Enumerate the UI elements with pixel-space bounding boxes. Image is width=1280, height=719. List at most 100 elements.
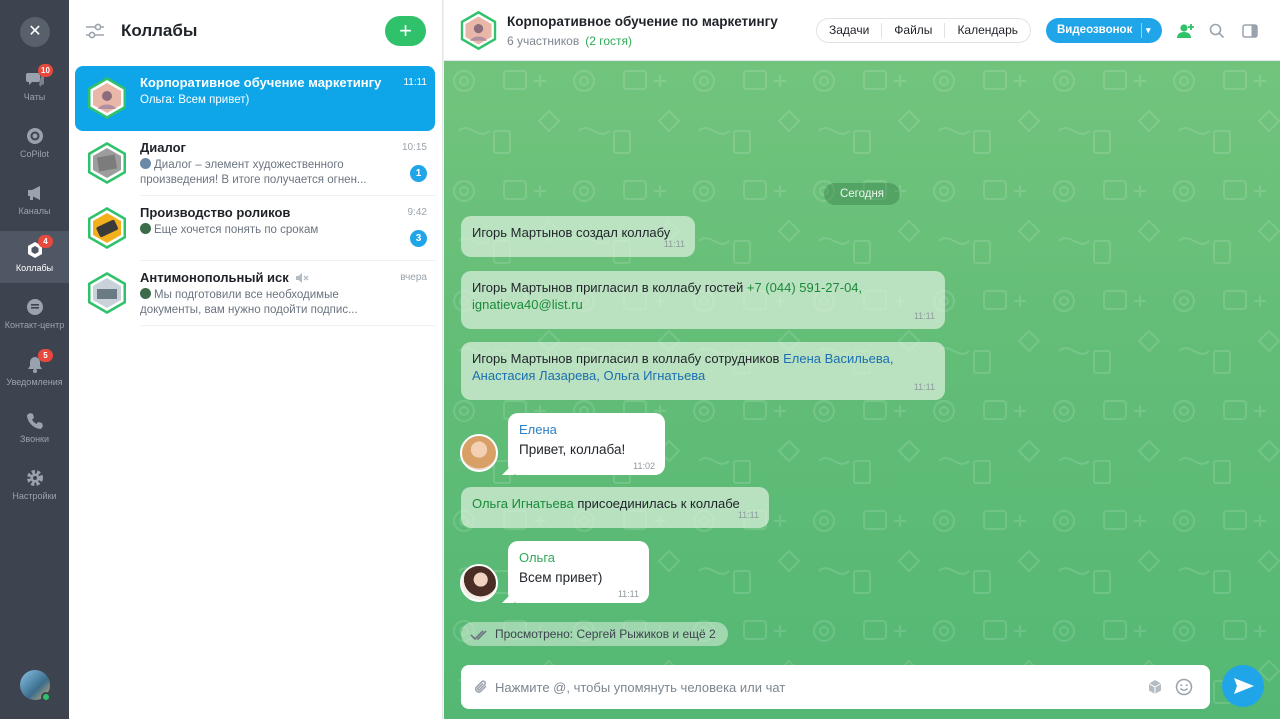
send-button[interactable] bbox=[1222, 665, 1264, 707]
message-feed[interactable]: Сегодня Игорь Мартынов создал коллабу 11… bbox=[444, 61, 1280, 719]
rail-item-label: CoPilot bbox=[19, 149, 49, 159]
rail-item-copilot[interactable]: CoPilot bbox=[0, 117, 69, 169]
megaphone-icon bbox=[28, 186, 40, 200]
message-time: 11:11 bbox=[737, 510, 759, 520]
chat-name: Корпоративное обучение маркетингу bbox=[140, 75, 382, 90]
rail-badge: 4 bbox=[38, 235, 53, 248]
message-text: Привет, коллаба! bbox=[519, 442, 626, 457]
message-time: 11:11 bbox=[663, 239, 685, 249]
panel-header: Коллабы + bbox=[69, 0, 443, 62]
message-text: Всем привет) bbox=[519, 570, 603, 585]
rail-item-contact-center[interactable]: Контакт-центр bbox=[0, 288, 69, 340]
date-divider: Сегодня bbox=[824, 183, 900, 205]
chat-subtitle: 6 участников (2 гостя) bbox=[507, 34, 632, 48]
participants-count[interactable]: 6 участников bbox=[507, 34, 579, 48]
search-icon[interactable] bbox=[1208, 22, 1226, 40]
header-tabs: Задачи Файлы Календарь bbox=[816, 18, 1032, 43]
phone-icon bbox=[27, 413, 43, 429]
cube-icon[interactable] bbox=[1147, 679, 1163, 695]
video-call-button[interactable]: Видеозвонок ▾ bbox=[1046, 18, 1162, 43]
user-avatar[interactable] bbox=[460, 564, 498, 602]
message-input[interactable] bbox=[495, 675, 1135, 699]
unread-badge: 1 bbox=[410, 165, 427, 182]
chat-title: Корпоративное обучение по маркетингу bbox=[507, 14, 778, 29]
sender-avatar bbox=[140, 158, 151, 169]
chat-list-item[interactable]: Корпоративное обучение маркетингу 11:11 … bbox=[75, 66, 435, 131]
rail-item-notifications[interactable]: 5 Уведомления bbox=[0, 345, 69, 397]
rail-item-label: Настройки bbox=[12, 491, 57, 501]
app-rail: ✕ 10 Чаты CoPilot Каналы 4 Коллабы Конта… bbox=[0, 0, 69, 719]
rail-item-label: Чаты bbox=[23, 92, 46, 102]
online-status-dot bbox=[41, 692, 51, 702]
message-time: 11:11 bbox=[913, 311, 935, 321]
tab-files[interactable]: Файлы bbox=[882, 23, 946, 38]
system-message: Игорь Мартынов пригласил в коллабу сотру… bbox=[461, 342, 945, 400]
chat-header: Корпоративное обучение по маркетингу 6 у… bbox=[444, 0, 1280, 61]
chat-time: 10:15 bbox=[401, 142, 427, 153]
close-icon: ✕ bbox=[28, 23, 42, 40]
chat-name: Производство роликов bbox=[140, 205, 291, 220]
add-collab-button[interactable]: + bbox=[385, 16, 426, 46]
add-user-icon[interactable] bbox=[1176, 22, 1194, 40]
message-time: 11:11 bbox=[617, 589, 639, 599]
chat-area: Корпоративное обучение по маркетингу 6 у… bbox=[444, 0, 1280, 719]
chat-list-item[interactable]: Производство роликов 9:42 Еще хочется по… bbox=[75, 196, 435, 261]
chat-list-item[interactable]: Диалог 10:15 Диалог – элемент художестве… bbox=[75, 131, 435, 196]
paperclip-icon[interactable] bbox=[473, 678, 489, 696]
system-message: Ольга Игнатьева присоединилась к коллабе… bbox=[461, 487, 769, 528]
chevron-down-icon[interactable]: ▾ bbox=[1146, 18, 1151, 43]
system-actor[interactable]: Игорь Мартынов bbox=[472, 225, 572, 240]
chat-time: вчера bbox=[400, 272, 427, 283]
collab-avatar[interactable] bbox=[458, 10, 499, 51]
rail-item-channels[interactable]: Каналы bbox=[0, 174, 69, 226]
message-bubble[interactable]: Ольга Всем привет) 11:11 bbox=[502, 541, 649, 603]
plus-icon: + bbox=[399, 18, 412, 43]
rail-item-label: Звонки bbox=[19, 434, 50, 444]
chat-name: Антимонопольный иск bbox=[140, 270, 309, 285]
copilot-icon bbox=[27, 128, 43, 144]
rail-item-collabs[interactable]: 4 Коллабы bbox=[0, 231, 69, 283]
message-composer bbox=[461, 665, 1210, 709]
guests-count[interactable]: (2 гостя) bbox=[585, 34, 632, 48]
system-actor[interactable]: Игорь Мартынов bbox=[472, 280, 572, 295]
send-icon bbox=[1234, 678, 1254, 694]
message-author[interactable]: Ольга bbox=[519, 549, 638, 566]
filter-sliders-icon[interactable] bbox=[85, 22, 105, 40]
rail-item-label: Контакт-центр bbox=[4, 320, 65, 330]
double-check-icon bbox=[470, 630, 487, 641]
tab-calendar[interactable]: Календарь bbox=[945, 23, 1030, 38]
system-actor[interactable]: Игорь Мартынов bbox=[472, 351, 572, 366]
chat-preview: Ольга: Всем привет) bbox=[140, 94, 250, 106]
system-message: Игорь Мартынов пригласил в коллабу госте… bbox=[461, 271, 945, 329]
sidebar-toggle-icon[interactable] bbox=[1241, 22, 1259, 40]
message-time: 11:11 bbox=[913, 382, 935, 392]
sender-avatar bbox=[140, 288, 151, 299]
rail-badge: 5 bbox=[38, 349, 53, 362]
chat-name: Диалог bbox=[140, 140, 186, 155]
sender-avatar bbox=[140, 223, 151, 234]
message-author[interactable]: Елена bbox=[519, 421, 654, 438]
seen-status[interactable]: Просмотрено: Сергей Рыжиков и ещё 2 bbox=[461, 622, 728, 646]
rail-item-label: Уведомления bbox=[6, 377, 63, 387]
rail-badge: 10 bbox=[38, 64, 53, 77]
unread-badge: 3 bbox=[410, 230, 427, 247]
chat-preview: Диалог – элемент художественного произве… bbox=[140, 158, 367, 186]
tab-tasks[interactable]: Задачи bbox=[817, 23, 883, 38]
user-avatar[interactable] bbox=[460, 434, 498, 472]
close-button[interactable]: ✕ bbox=[20, 17, 50, 47]
chat-list-item[interactable]: Антимонопольный иск вчера Мы подготовили… bbox=[75, 261, 435, 326]
panel-title: Коллабы bbox=[121, 21, 198, 40]
chat-preview: Еще хочется понять по срокам bbox=[140, 223, 395, 238]
rail-item-calls[interactable]: Звонки bbox=[0, 402, 69, 454]
message-bubble[interactable]: Елена Привет, коллаба! 11:02 bbox=[502, 413, 665, 475]
emoji-icon[interactable] bbox=[1175, 678, 1193, 696]
system-actor[interactable]: Ольга Игнатьева bbox=[472, 496, 574, 511]
muted-speaker-icon bbox=[295, 273, 309, 283]
collab-avatar bbox=[88, 272, 126, 314]
rail-item-label: Коллабы bbox=[15, 263, 54, 273]
rail-item-settings[interactable]: Настройки bbox=[0, 459, 69, 511]
rail-item-chats[interactable]: 10 Чаты bbox=[0, 60, 69, 112]
system-message: Игорь Мартынов создал коллабу 11:11 bbox=[461, 216, 695, 257]
collab-list-panel: Коллабы + Корпоративное обучение маркети… bbox=[69, 0, 443, 719]
contact-center-icon bbox=[27, 299, 43, 315]
